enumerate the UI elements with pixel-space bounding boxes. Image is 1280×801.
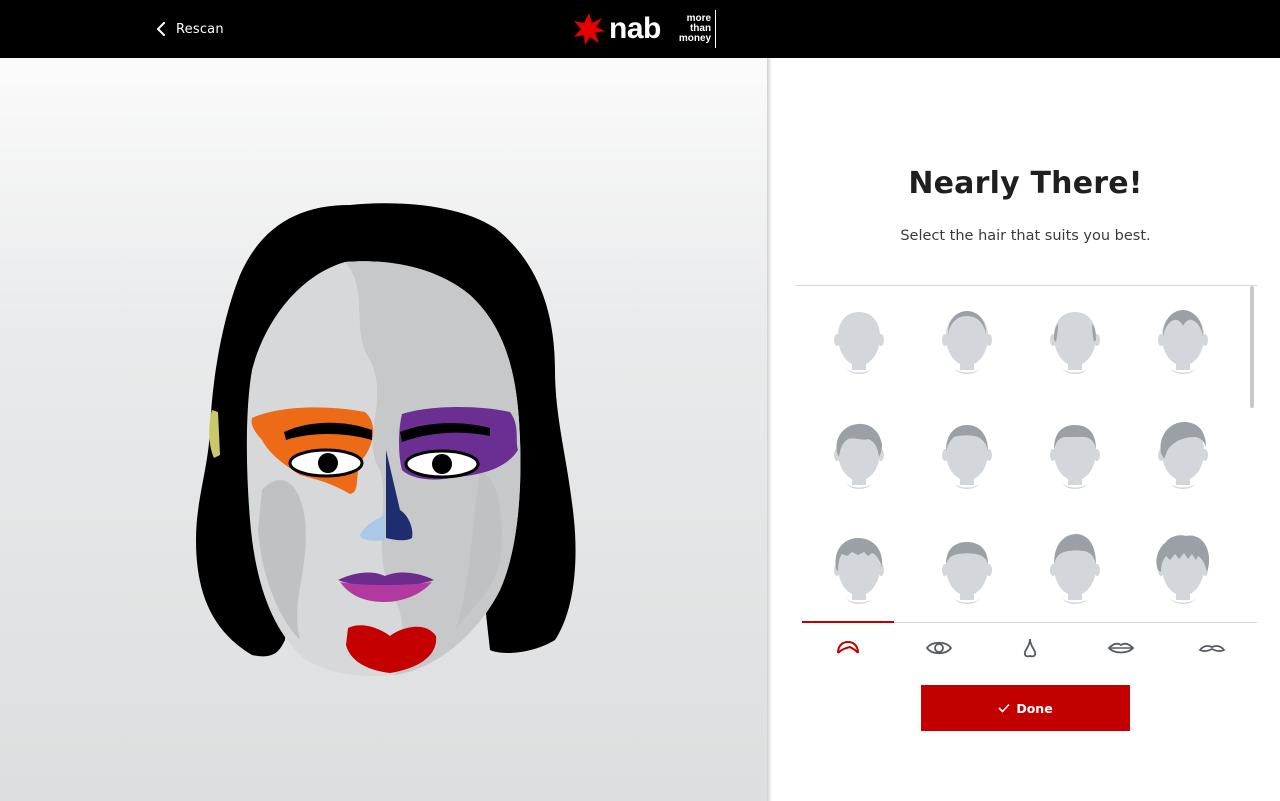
lips-icon — [1107, 642, 1134, 653]
hair-option-thin-sides[interactable] — [1021, 304, 1129, 419]
customization-panel: Nearly There! Select the hair that suits… — [771, 58, 1280, 801]
avatar-head-icon — [942, 542, 992, 604]
avatar-head-icon — [1050, 534, 1100, 604]
hair-option-widows-peak[interactable] — [1129, 304, 1237, 419]
avatar-head-icon — [1158, 310, 1208, 374]
tab-lips[interactable] — [1075, 623, 1166, 672]
nose-icon — [1023, 638, 1036, 657]
nab-star-icon — [574, 13, 605, 45]
panel-subtitle: Select the hair that suits you best. — [900, 228, 1151, 244]
tab-moustache[interactable] — [1166, 623, 1257, 672]
hair-option-curly[interactable] — [1129, 534, 1237, 623]
avatar-head-icon — [834, 538, 884, 604]
face-portrait-illustration — [196, 203, 576, 676]
feature-category-tabs — [802, 621, 1257, 672]
hair-options-list[interactable] — [795, 285, 1257, 623]
tab-eyes[interactable] — [893, 623, 984, 672]
top-navigation-bar: Rescan nab more than money — [0, 0, 1280, 58]
avatar-head-icon — [1158, 421, 1208, 489]
hair-option-receding-crown[interactable] — [913, 304, 1021, 419]
avatar-head-icon — [1156, 535, 1210, 604]
tagline-line-3: money — [678, 33, 712, 44]
tab-hair[interactable] — [802, 621, 894, 672]
nab-logo: nab more than money — [572, 8, 717, 50]
done-label: Done — [1016, 700, 1053, 716]
hair-option-short-flat[interactable] — [1021, 419, 1129, 534]
done-button[interactable]: Done — [921, 685, 1130, 731]
hair-options-grid — [805, 304, 1237, 623]
avatar-head-icon — [834, 423, 884, 489]
hair-option-short-wavy[interactable] — [805, 419, 913, 534]
hair-icon — [836, 640, 859, 654]
hair-option-side-swept[interactable] — [1129, 419, 1237, 534]
avatar-head-icon — [1050, 312, 1100, 374]
chevron-left-icon — [157, 22, 165, 36]
rescan-button[interactable]: Rescan — [156, 19, 224, 39]
check-icon — [998, 703, 1010, 713]
tab-nose[interactable] — [984, 623, 1075, 672]
options-scrollbar[interactable] — [1250, 286, 1254, 408]
hair-option-bald[interactable] — [805, 304, 913, 419]
avatar-preview-canvas — [0, 58, 767, 801]
brand-tagline: more than money — [678, 10, 717, 48]
hair-option-quiff[interactable] — [1021, 534, 1129, 623]
eye-icon — [925, 641, 952, 654]
hair-option-short-crop[interactable] — [913, 419, 1021, 534]
panel-title: Nearly There! — [908, 166, 1143, 201]
avatar-head-icon — [1050, 425, 1100, 489]
hair-option-crew-cut[interactable] — [913, 534, 1021, 623]
avatar-head-icon — [834, 312, 884, 374]
rescan-label: Rescan — [176, 21, 224, 37]
avatar-head-icon — [942, 425, 992, 489]
hair-option-textured[interactable] — [805, 534, 913, 623]
avatar-head-icon — [942, 311, 992, 374]
brand-word: nab — [609, 12, 661, 45]
moustache-icon — [1198, 644, 1225, 652]
